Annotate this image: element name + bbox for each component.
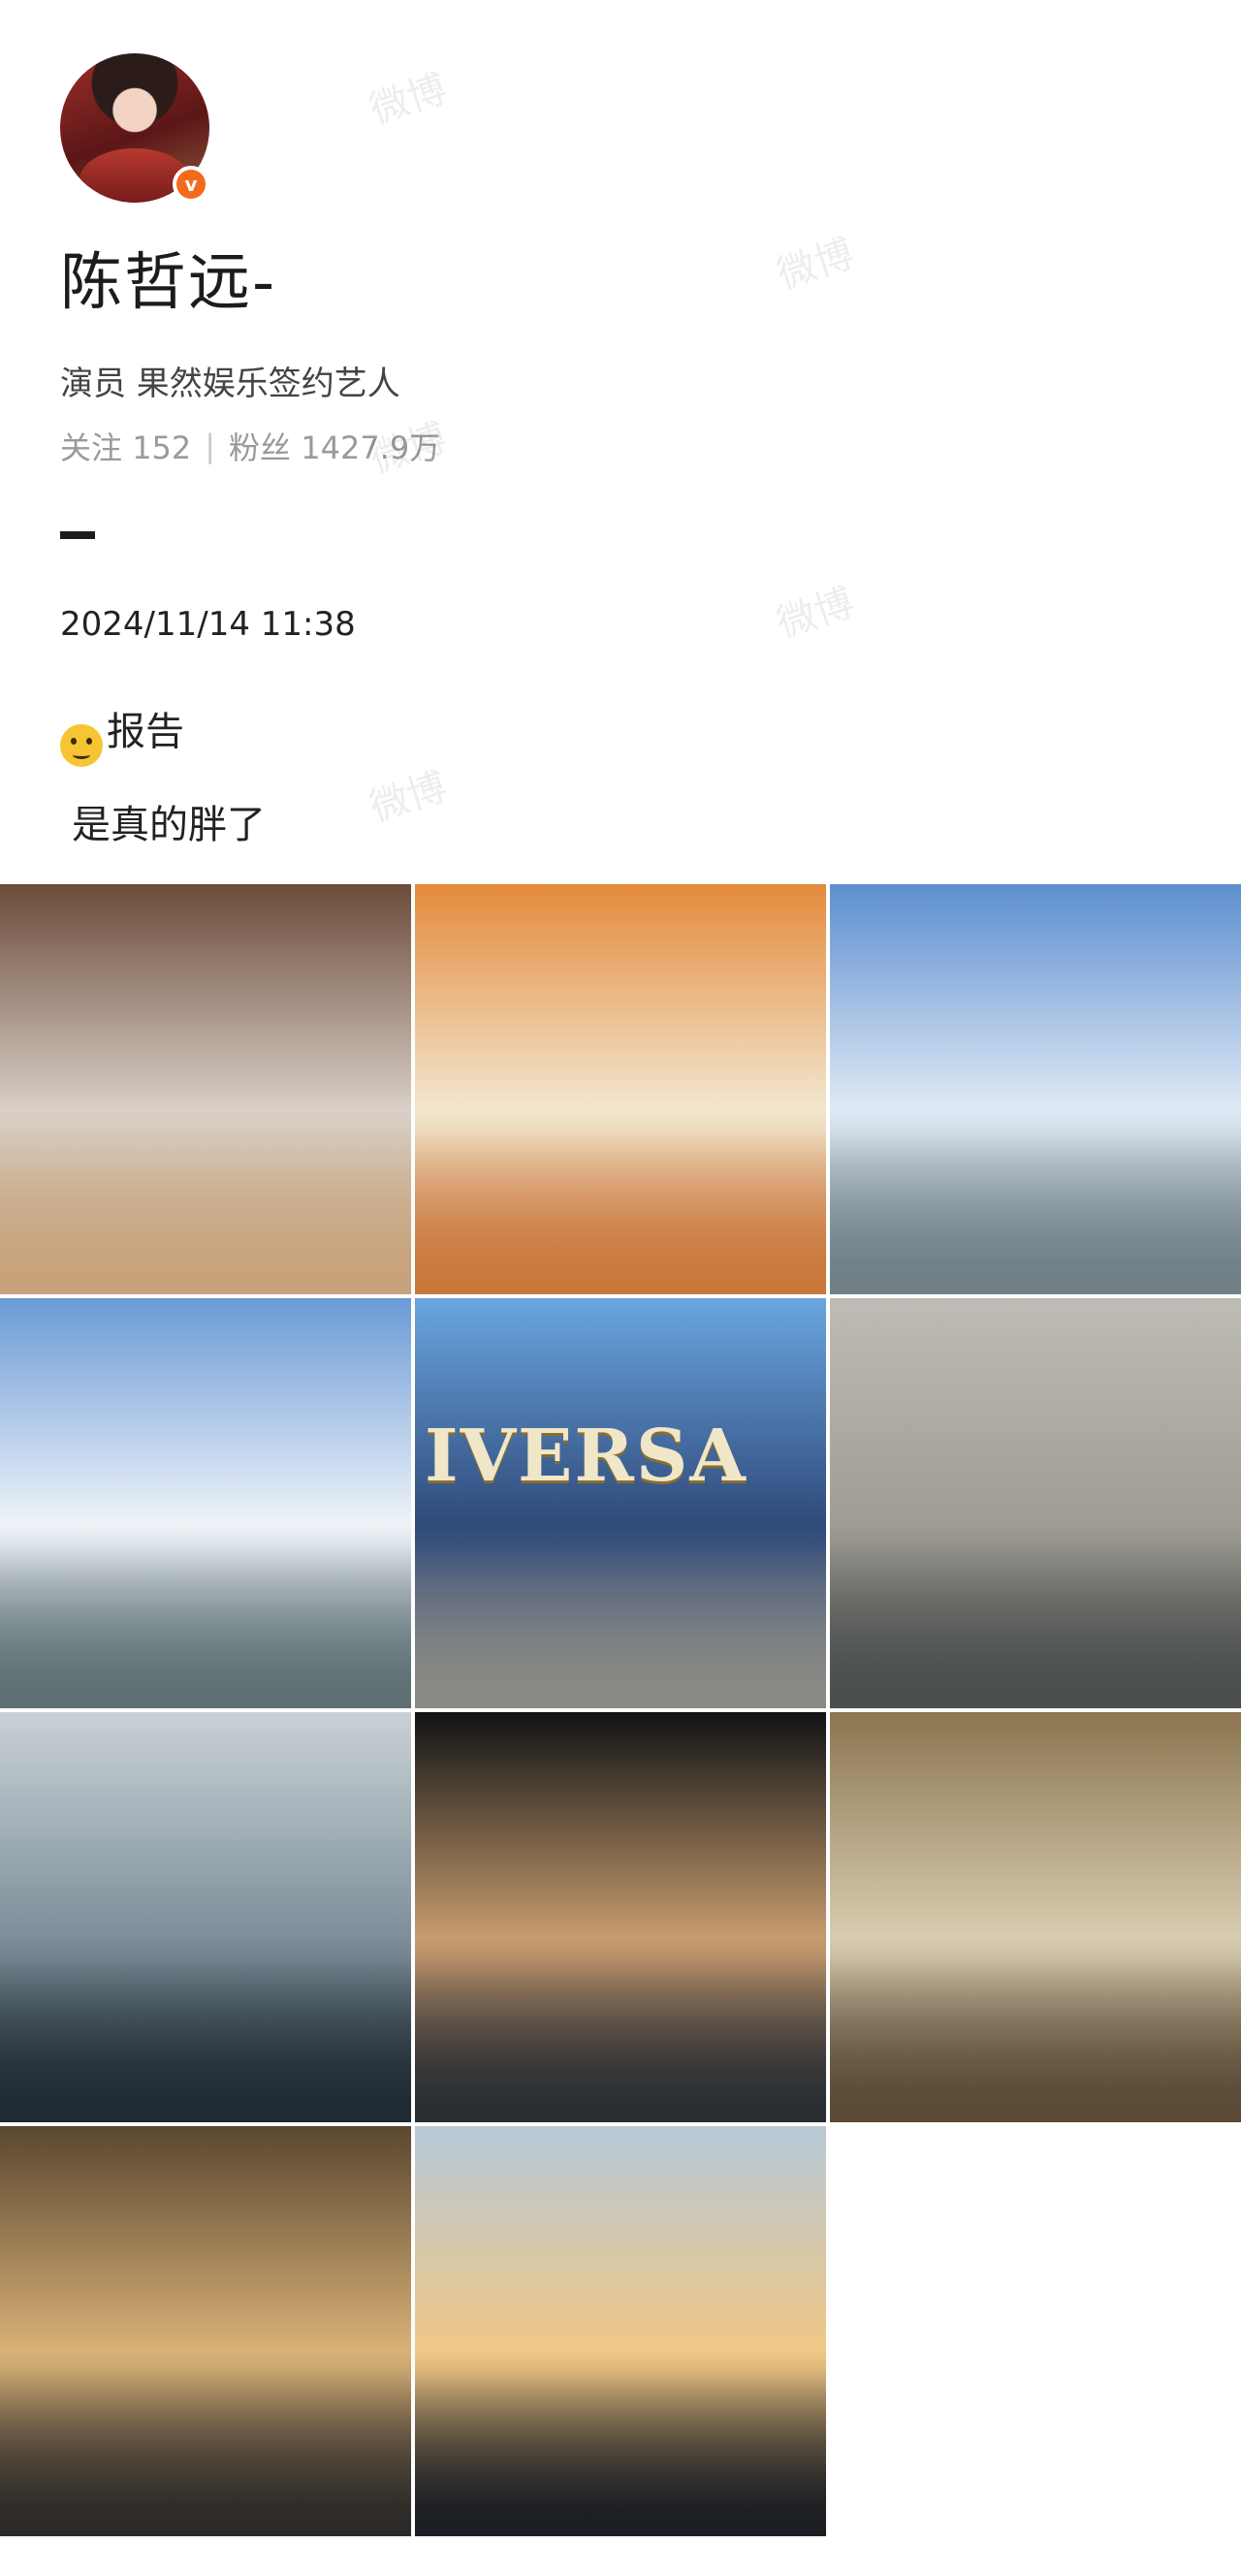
face-emoji-icon [60,724,103,767]
photo-shade [415,2371,826,2536]
post-timestamp: 2024/11/14 11:38 [60,605,356,644]
following-label: 关注 [60,429,123,466]
photo-merlion-cloudy-sky[interactable] [0,1298,411,1708]
stats-divider: | [205,428,216,464]
photo-shade [830,1957,1241,2122]
photo-shade [415,1543,826,1708]
photo-fish-catch-night[interactable] [415,1712,826,2122]
following-count: 152 [132,429,192,466]
photo-shade [415,1957,826,2122]
post-text-line1: 报告 [60,700,184,767]
profile-bio: 演员 果然娱乐签约艺人 [60,365,400,403]
photo-shade [0,1129,411,1294]
watermark: 微博 [365,764,453,832]
photo-chicken-rice-meal[interactable] [415,884,826,1294]
photo-shade [0,1957,411,2122]
photo-clams-in-bowl[interactable] [830,1712,1241,2122]
photo-shade [415,1129,826,1294]
followers-label: 粉丝 [229,429,292,466]
post-line1-text: 报告 [107,710,184,754]
followers-count: 1427.9万 [301,429,441,466]
photo-universal-globe[interactable]: IVERSA [415,1298,826,1708]
dash-marker [60,531,95,539]
photo-merlion-skyline[interactable] [830,884,1241,1294]
photo-sunset-sea-boat[interactable] [415,2126,826,2536]
followers-stat[interactable]: 粉丝 1427.9万 [229,424,440,468]
profile-stats: 关注 152 | 粉丝 1427.9万 [60,424,440,468]
photo-shade [0,1543,411,1708]
following-stat[interactable]: 关注 152 [60,424,191,468]
universal-sign-text: IVERSA [425,1415,748,1498]
photo-boat-sea[interactable] [0,1712,411,2122]
verified-badge-icon: v [173,166,209,203]
photo-shade [0,2371,411,2536]
post-text-line2: 是真的胖了 [72,803,266,847]
photo-restaurant-peace-sign[interactable] [0,884,411,1294]
photo-shade [830,1129,1241,1294]
photo-grilled-seafood-tray[interactable] [0,2126,411,2536]
watermark: 微博 [772,580,860,648]
watermark: 微博 [772,231,860,299]
photo-stone-arch-building[interactable] [830,1298,1241,1708]
profile-name[interactable]: 陈哲远- [60,233,276,322]
watermark: 微博 [365,66,453,134]
photo-shade [830,1543,1241,1708]
